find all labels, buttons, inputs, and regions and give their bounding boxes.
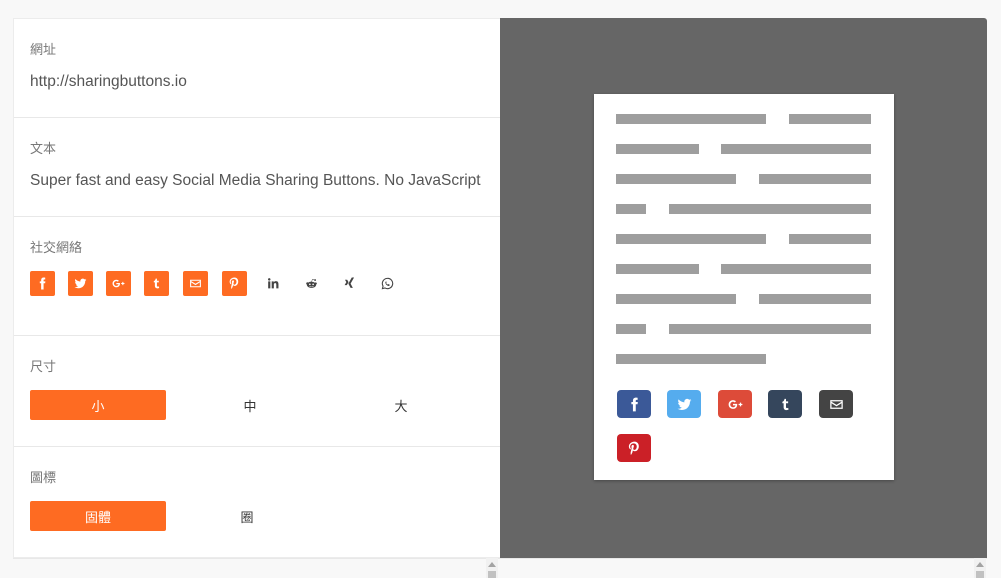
text-placeholder-line <box>759 174 871 184</box>
text-placeholder-line <box>721 264 871 274</box>
text-placeholder-line <box>616 144 699 154</box>
text-placeholder-line <box>669 324 871 334</box>
url-label: 網址 <box>30 43 57 58</box>
left-scrollbar[interactable] <box>486 558 498 578</box>
settings-panel: 網址 http://sharingbuttons.io 文本 Super fas… <box>13 18 500 559</box>
text-placeholder-line <box>616 204 646 214</box>
scroll-thumb[interactable] <box>976 571 984 578</box>
bottom-strip <box>13 558 987 578</box>
text-field[interactable]: Super fast and easy Social Media Sharing… <box>30 172 485 190</box>
text-section: 文本 Super fast and easy Social Media Shar… <box>14 118 500 217</box>
text-placeholder-line <box>616 234 766 244</box>
text-placeholder-line <box>789 114 871 124</box>
text-placeholder-line <box>616 324 646 334</box>
facebook-icon <box>36 277 49 290</box>
text-placeholder-line <box>616 294 736 304</box>
size-option-large[interactable]: 大 <box>333 390 469 420</box>
network-toggle-google-plus[interactable] <box>106 271 131 296</box>
network-toggle-xing[interactable] <box>337 271 362 296</box>
size-option-medium[interactable]: 中 <box>182 390 318 420</box>
networks-section: 社交網絡 <box>14 217 500 336</box>
share-button-google-plus[interactable] <box>718 390 752 418</box>
network-toggle-twitter[interactable] <box>68 271 93 296</box>
share-button-twitter[interactable] <box>667 390 701 418</box>
text-placeholder-line <box>789 234 871 244</box>
network-toggle-pinterest[interactable] <box>222 271 247 296</box>
text-label: 文本 <box>30 142 57 157</box>
email-icon <box>829 397 844 412</box>
pinterest-icon <box>228 277 241 290</box>
linkedin-icon <box>266 277 279 290</box>
size-label: 尺寸 <box>30 360 57 375</box>
text-placeholder-line <box>616 264 699 274</box>
right-scrollbar[interactable] <box>974 558 986 578</box>
google-plus-icon <box>728 397 743 412</box>
facebook-icon <box>627 397 642 412</box>
twitter-icon <box>677 397 692 412</box>
scroll-thumb[interactable] <box>488 571 496 578</box>
icon-option-solid[interactable]: 固體 <box>30 501 166 531</box>
icon-style-label: 圖標 <box>30 471 57 486</box>
share-button-email[interactable] <box>819 390 853 418</box>
network-toggle-tumblr[interactable] <box>144 271 169 296</box>
url-section: 網址 http://sharingbuttons.io <box>14 19 500 118</box>
text-placeholder-line <box>616 174 736 184</box>
text-placeholder-line <box>721 144 871 154</box>
network-toggle-facebook[interactable] <box>30 271 55 296</box>
email-icon <box>189 277 202 290</box>
network-toggle-linkedin[interactable] <box>260 271 285 296</box>
icon-option-circle[interactable]: 圈 <box>179 501 315 531</box>
networks-label: 社交網絡 <box>30 241 83 256</box>
network-toggle-reddit[interactable] <box>299 271 324 296</box>
xing-icon <box>343 277 356 290</box>
text-placeholder-line <box>616 114 766 124</box>
icon-style-section: 圖標 固體 圈 <box>14 447 500 559</box>
preview-document <box>594 94 894 480</box>
tumblr-icon <box>778 397 793 412</box>
text-placeholder-line <box>759 294 871 304</box>
text-placeholder-line <box>669 204 871 214</box>
scroll-up-arrow-icon[interactable] <box>976 562 984 567</box>
share-button-pinterest[interactable] <box>617 434 651 462</box>
network-toggle-email[interactable] <box>183 271 208 296</box>
size-section: 尺寸 小 中 大 <box>14 336 500 447</box>
preview-pane <box>500 18 987 558</box>
tumblr-icon <box>150 277 163 290</box>
text-placeholder-line <box>616 354 766 364</box>
network-toggle-whatsapp[interactable] <box>375 271 400 296</box>
whatsapp-icon <box>381 277 394 290</box>
share-button-tumblr[interactable] <box>768 390 802 418</box>
twitter-icon <box>74 277 87 290</box>
scroll-up-arrow-icon[interactable] <box>488 562 496 567</box>
reddit-icon <box>305 277 318 290</box>
share-button-facebook[interactable] <box>617 390 651 418</box>
size-option-small[interactable]: 小 <box>30 390 166 420</box>
pinterest-icon <box>627 441 642 456</box>
google-plus-icon <box>112 277 125 290</box>
url-field[interactable]: http://sharingbuttons.io <box>30 73 490 91</box>
